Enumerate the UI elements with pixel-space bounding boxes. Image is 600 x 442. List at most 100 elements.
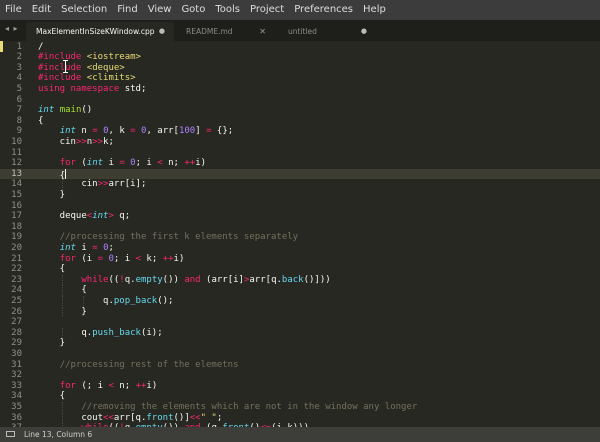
- menu-preferences[interactable]: Preferences: [289, 0, 358, 20]
- code-token: {: [38, 391, 66, 402]
- code-token: q;: [113, 211, 131, 222]
- code-line[interactable]: 9 int n = 0, k = 0, arr[100] = {};: [0, 126, 600, 137]
- menu-help[interactable]: Help: [358, 0, 391, 20]
- code-token: ; i: [113, 253, 136, 264]
- tab-label: README.md: [186, 27, 233, 36]
- code-line[interactable]: 33 for (; i < n; ++i): [0, 381, 600, 392]
- line-number: 34: [11, 391, 22, 402]
- code-token: int: [38, 105, 60, 116]
- code-line[interactable]: 14 cin>>arr[i];: [0, 179, 600, 190]
- code-line[interactable]: 2 #include <iostream>: [0, 52, 600, 63]
- line-number: 5: [16, 83, 22, 94]
- line-number: 1: [16, 41, 22, 52]
- code-token: }: [38, 189, 66, 200]
- code-token: (; i: [75, 380, 109, 391]
- code-line[interactable]: 4 #include <climits>: [0, 73, 600, 84]
- code-token: , k: [108, 126, 131, 137]
- code-line[interactable]: 25 q.pop_back();: [0, 296, 600, 307]
- dirty-dot-icon[interactable]: ●: [159, 22, 165, 41]
- code-line[interactable]: 24 {: [0, 285, 600, 296]
- code-line[interactable]: 34 {: [0, 391, 600, 402]
- status-position: Line 13, Column 6: [24, 430, 93, 439]
- code-token: (: [75, 158, 87, 169]
- code-line[interactable]: 29 }: [0, 338, 600, 349]
- panel-toggle-icon[interactable]: [6, 431, 15, 437]
- code-line[interactable]: 20 int i = 0;: [0, 243, 600, 254]
- code-line[interactable]: 18: [0, 222, 600, 233]
- code-line[interactable]: 21 for (i = 0; i < k; ++i): [0, 254, 600, 265]
- code-text: cin>>arr[i];: [38, 179, 146, 190]
- code-line[interactable]: 12 for (int i = 0; i < n; ++i): [0, 158, 600, 169]
- code-line[interactable]: 3 #include <deque>: [0, 63, 600, 74]
- code-token: cin: [38, 179, 98, 190]
- code-line[interactable]: 13 {: [0, 168, 600, 181]
- code-text: {: [38, 264, 65, 275]
- code-line[interactable]: 11: [0, 148, 600, 159]
- code-line[interactable]: 31 //processing rest of the elemetns: [0, 360, 600, 371]
- menu-selection[interactable]: Selection: [56, 0, 112, 20]
- code-text: int main(): [38, 105, 92, 116]
- code-token: back: [281, 274, 304, 285]
- code-token: ();: [157, 295, 174, 306]
- code-line[interactable]: 28 q.push_back(i);: [0, 328, 600, 339]
- code-text: #include <climits>: [38, 73, 136, 84]
- code-line[interactable]: 30: [0, 349, 600, 360]
- tab-readme[interactable]: README.md ✕: [176, 22, 274, 41]
- code-text: #include <iostream>: [38, 52, 141, 63]
- code-token: for: [59, 253, 76, 264]
- code-token: 100: [178, 126, 196, 137]
- code-line[interactable]: 16: [0, 201, 600, 212]
- line-number: 20: [11, 242, 22, 253]
- left-right-arrows-icon[interactable]: ◂ ▸: [5, 24, 19, 33]
- tab-maxelement[interactable]: MaxElementInSizeKWindow.cpp ●: [26, 22, 174, 41]
- close-icon[interactable]: ✕: [259, 22, 266, 41]
- code-text: {: [38, 116, 43, 127]
- code-line[interactable]: 22 {: [0, 264, 600, 275]
- code-line[interactable]: 10 cin>>n>>k;: [0, 137, 600, 148]
- code-line[interactable]: 27: [0, 317, 600, 328]
- code-line[interactable]: 15 }: [0, 190, 600, 201]
- code-token: <iostream>: [86, 52, 141, 63]
- code-line[interactable]: 8{: [0, 116, 600, 127]
- menu-goto[interactable]: Goto: [176, 0, 210, 20]
- code-text: int i = 0;: [38, 243, 114, 254]
- line-number: 19: [11, 232, 22, 243]
- code-editor[interactable]: 1/2 #include <iostream> 3 #include <deque> 4…: [0, 41, 600, 427]
- code-line[interactable]: 26 }: [0, 307, 600, 318]
- code-token: arr[q.: [113, 412, 147, 423]
- line-number: 2: [16, 52, 22, 63]
- menu-find[interactable]: Find: [112, 0, 143, 20]
- code-line[interactable]: 32: [0, 370, 600, 381]
- menu-project[interactable]: Project: [245, 0, 289, 20]
- code-line[interactable]: 35 //removing the elements which are not…: [0, 402, 600, 413]
- dirty-dot-icon[interactable]: ●: [361, 22, 367, 41]
- code-token: main: [59, 105, 82, 116]
- code-line[interactable]: 23 while((!q.empty()) and (arr[i]>arr[q.…: [0, 275, 600, 286]
- code-token: ; i: [135, 158, 158, 169]
- menu-tools[interactable]: Tools: [210, 0, 245, 20]
- code-line[interactable]: 19 //processing the first k elements sep…: [0, 232, 600, 243]
- code-token: q.: [38, 295, 114, 306]
- line-number: 31: [11, 359, 22, 370]
- indent-guide: [61, 401, 63, 413]
- menu-view[interactable]: View: [143, 0, 177, 20]
- code-text: for (int i = 0; i < n; ++i): [38, 158, 206, 169]
- code-token: }: [38, 338, 66, 349]
- menu-file[interactable]: File: [0, 0, 27, 20]
- code-line[interactable]: 7 int main(): [0, 105, 600, 116]
- code-token: /: [38, 41, 44, 52]
- line-number: 30: [11, 348, 22, 359]
- line-number: 35: [11, 401, 22, 412]
- code-line[interactable]: 5 using namespace std;: [0, 84, 600, 95]
- line-number: 14: [11, 179, 22, 190]
- menu-edit[interactable]: Edit: [27, 0, 56, 20]
- tab-untitled[interactable]: untitled ●: [278, 22, 376, 41]
- code-line[interactable]: 17 deque<int> q;: [0, 211, 600, 222]
- code-line[interactable]: 1/: [0, 42, 600, 53]
- code-line[interactable]: 36 cout<<arr[q.front()]<<" ";: [0, 413, 600, 424]
- line-number: 32: [11, 370, 22, 381]
- line-number: 10: [11, 136, 22, 147]
- code-token: ()])): [303, 274, 331, 285]
- code-line[interactable]: 6: [0, 95, 600, 106]
